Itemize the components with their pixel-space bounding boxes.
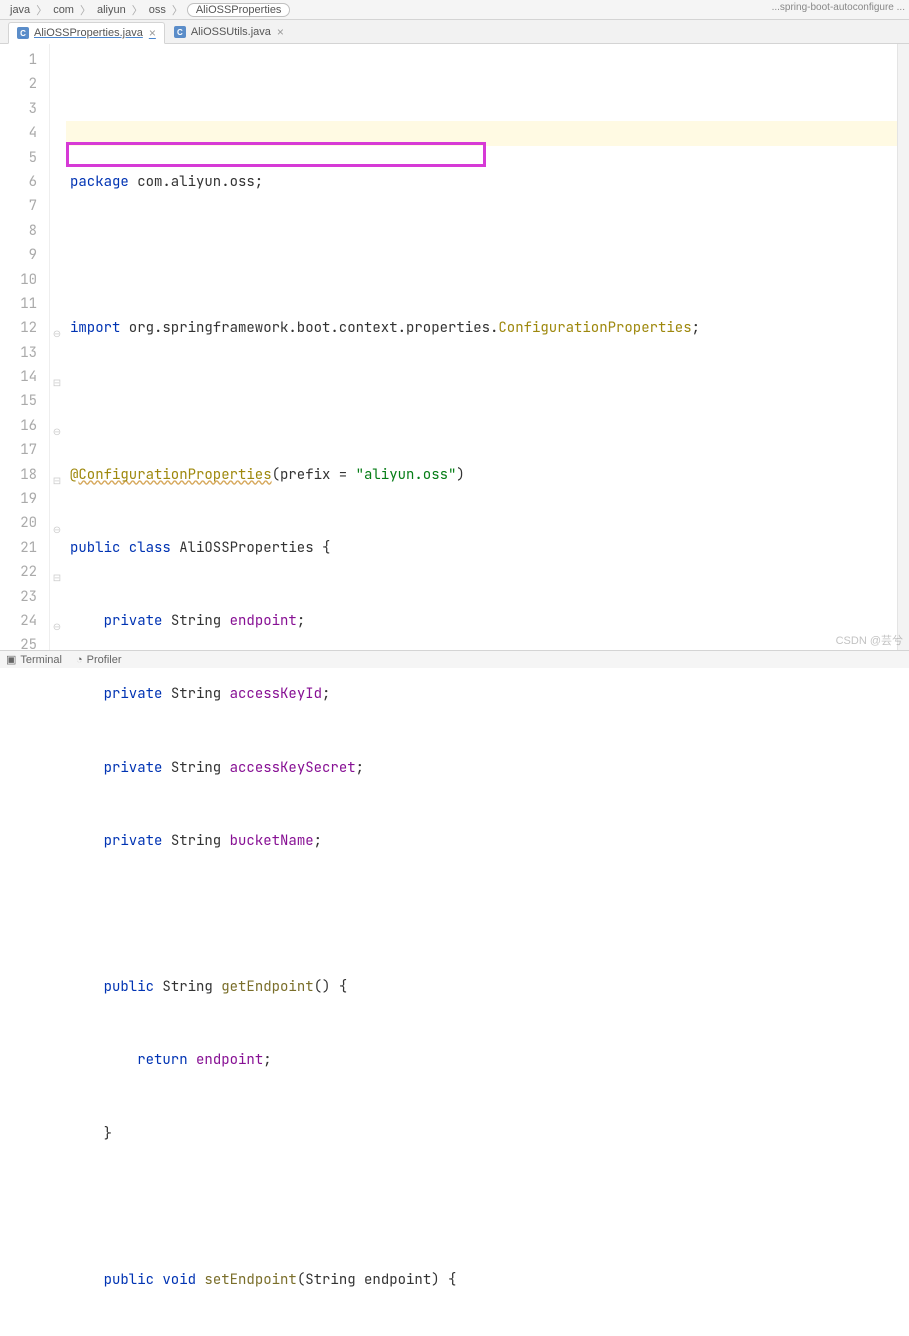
fold-toggle-icon[interactable]: ⊖ [52, 615, 62, 639]
fold-toggle-icon[interactable]: ⊟ [52, 469, 62, 493]
line-number: 8 [0, 219, 37, 243]
line-number: 2 [0, 72, 37, 96]
line-number: 15 [0, 389, 37, 413]
fold-gutter: ⊖ ⊟ ⊖ ⊟ ⊖ ⊟ ⊖ [50, 44, 66, 650]
chevron-right-icon: 〉 [78, 2, 93, 18]
line-number: 12 [0, 316, 37, 340]
tool-window-bar: ▣ Terminal ◔ Profiler [0, 650, 909, 668]
line-number: 23 [0, 585, 37, 609]
annotation-highlight-box [66, 142, 486, 167]
line-number-gutter: 1234567891011121314151617181920212223242… [0, 44, 50, 650]
close-icon[interactable]: × [149, 26, 156, 40]
breadcrumb-current[interactable]: AliOSSProperties [187, 3, 291, 17]
profiler-tool-button[interactable]: ◔ Profiler [76, 654, 122, 666]
line-number: 18 [0, 463, 37, 487]
code-editor[interactable]: 1234567891011121314151617181920212223242… [0, 44, 909, 650]
line-number: 13 [0, 341, 37, 365]
line-number: 16 [0, 414, 37, 438]
breadcrumb-item[interactable]: aliyun [93, 4, 130, 16]
line-number: 6 [0, 170, 37, 194]
tab-label: AliOSSUtils.java [191, 26, 271, 38]
tab-aliossproperties[interactable]: C AliOSSProperties.java × [8, 22, 165, 44]
fold-toggle-icon[interactable]: ⊟ [52, 566, 62, 590]
fold-toggle-icon[interactable]: ⊖ [52, 322, 62, 346]
fold-toggle-icon[interactable]: ⊟ [52, 371, 62, 395]
close-icon[interactable]: × [277, 25, 284, 39]
watermark-text: CSDN @芸兮 [836, 632, 903, 648]
java-class-icon: C [17, 27, 29, 39]
tab-label: AliOSSProperties.java [34, 27, 143, 39]
tab-aliossutils[interactable]: C AliOSSUtils.java × [165, 21, 293, 43]
chevron-right-icon: 〉 [170, 2, 185, 18]
line-number: 21 [0, 536, 37, 560]
chevron-right-icon: 〉 [34, 2, 49, 18]
line-number: 14 [0, 365, 37, 389]
scrollbar-track[interactable] [897, 44, 909, 650]
truncated-title-text: ...spring-boot-autoconfigure ... [772, 2, 905, 13]
line-number: 1 [0, 48, 37, 72]
line-number: 20 [0, 511, 37, 535]
editor-tabs: C AliOSSProperties.java × C AliOSSUtils.… [0, 20, 909, 44]
terminal-icon: ▣ [6, 653, 16, 666]
line-number: 24 [0, 609, 37, 633]
code-area[interactable]: package com.aliyun.oss; import org.sprin… [66, 44, 909, 650]
line-number: 4 [0, 121, 37, 145]
breadcrumb-item[interactable]: java [6, 4, 34, 16]
breadcrumb-bar: java 〉 com 〉 aliyun 〉 oss 〉 AliOSSProper… [0, 0, 909, 20]
line-number: 22 [0, 560, 37, 584]
line-number: 3 [0, 97, 37, 121]
profiler-icon: ◔ [76, 654, 83, 666]
line-number: 5 [0, 146, 37, 170]
line-number: 10 [0, 268, 37, 292]
breadcrumb-item[interactable]: oss [145, 4, 170, 16]
breadcrumb-item[interactable]: com [49, 4, 78, 16]
line-number: 7 [0, 194, 37, 218]
line-number: 11 [0, 292, 37, 316]
fold-toggle-icon[interactable]: ⊖ [52, 420, 62, 444]
line-number: 19 [0, 487, 37, 511]
line-number: 17 [0, 438, 37, 462]
line-number: 9 [0, 243, 37, 267]
chevron-right-icon: 〉 [130, 2, 145, 18]
java-class-icon: C [174, 26, 186, 38]
terminal-tool-button[interactable]: ▣ Terminal [6, 653, 62, 666]
fold-toggle-icon[interactable]: ⊖ [52, 518, 62, 542]
